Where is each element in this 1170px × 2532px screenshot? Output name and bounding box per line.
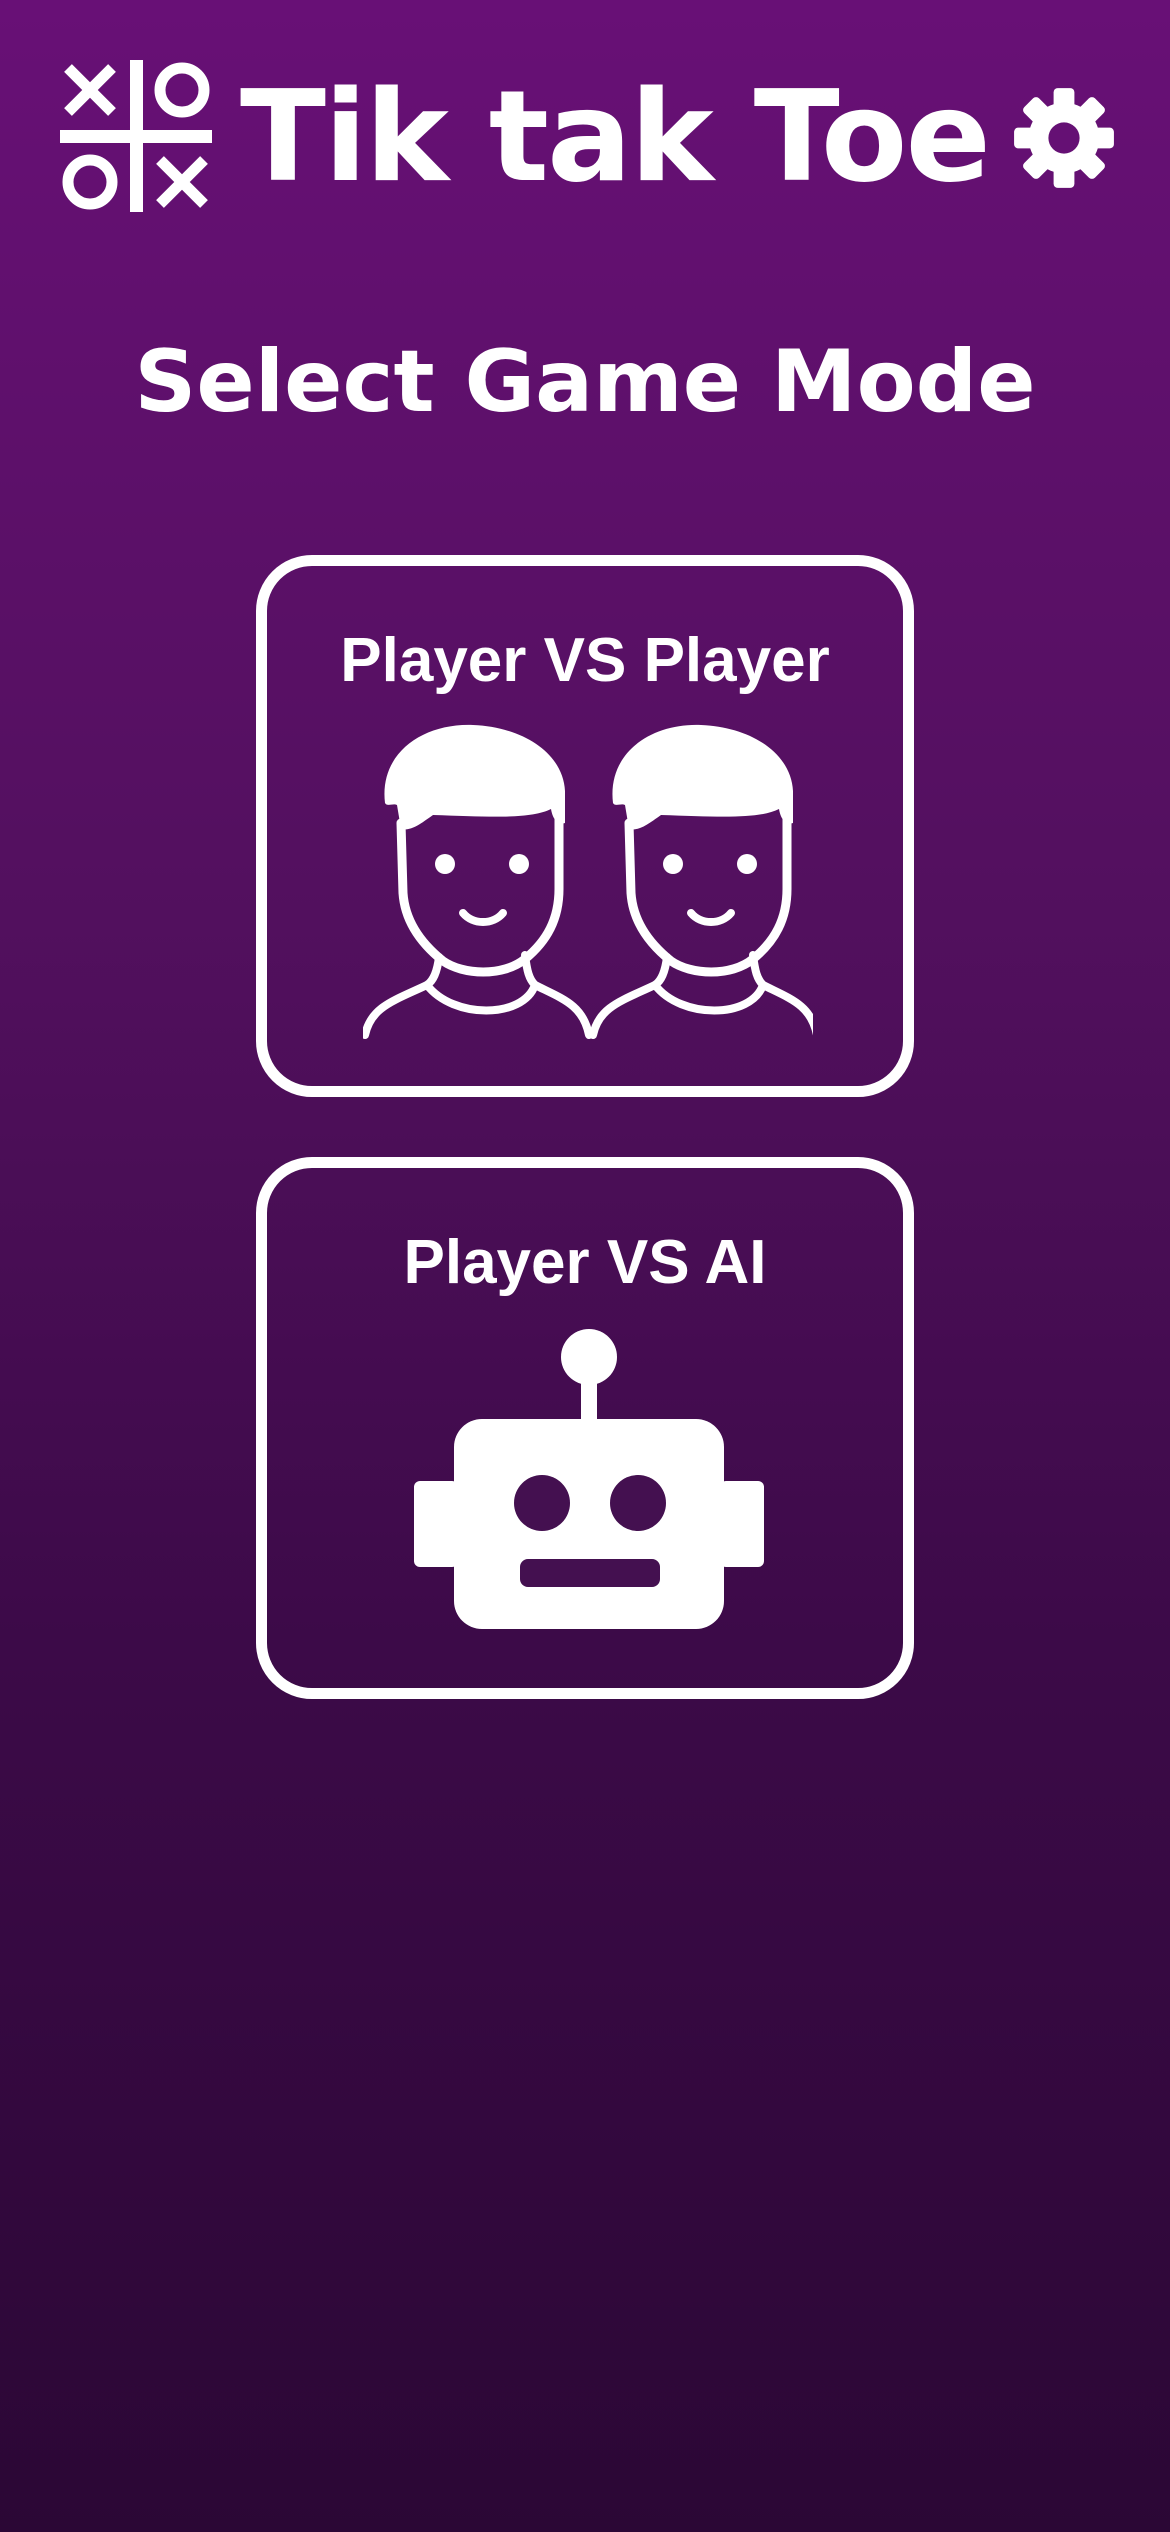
app-header: Tik tak Toe xyxy=(0,0,1170,280)
gear-icon[interactable] xyxy=(1012,86,1116,190)
player-vs-player-label: Player VS Player xyxy=(340,626,830,695)
tic-tac-toe-logo-icon xyxy=(60,60,212,212)
player-vs-player-button[interactable]: Player VS Player xyxy=(256,555,914,1097)
app-title: Tik tak Toe xyxy=(240,63,991,210)
player-vs-ai-button[interactable]: Player VS AI xyxy=(256,1157,914,1699)
two-players-icon xyxy=(363,723,813,1039)
robot-icon xyxy=(414,1329,764,1629)
player-vs-ai-label: Player VS AI xyxy=(403,1228,767,1297)
page-title: Select Game Mode xyxy=(134,332,1036,432)
